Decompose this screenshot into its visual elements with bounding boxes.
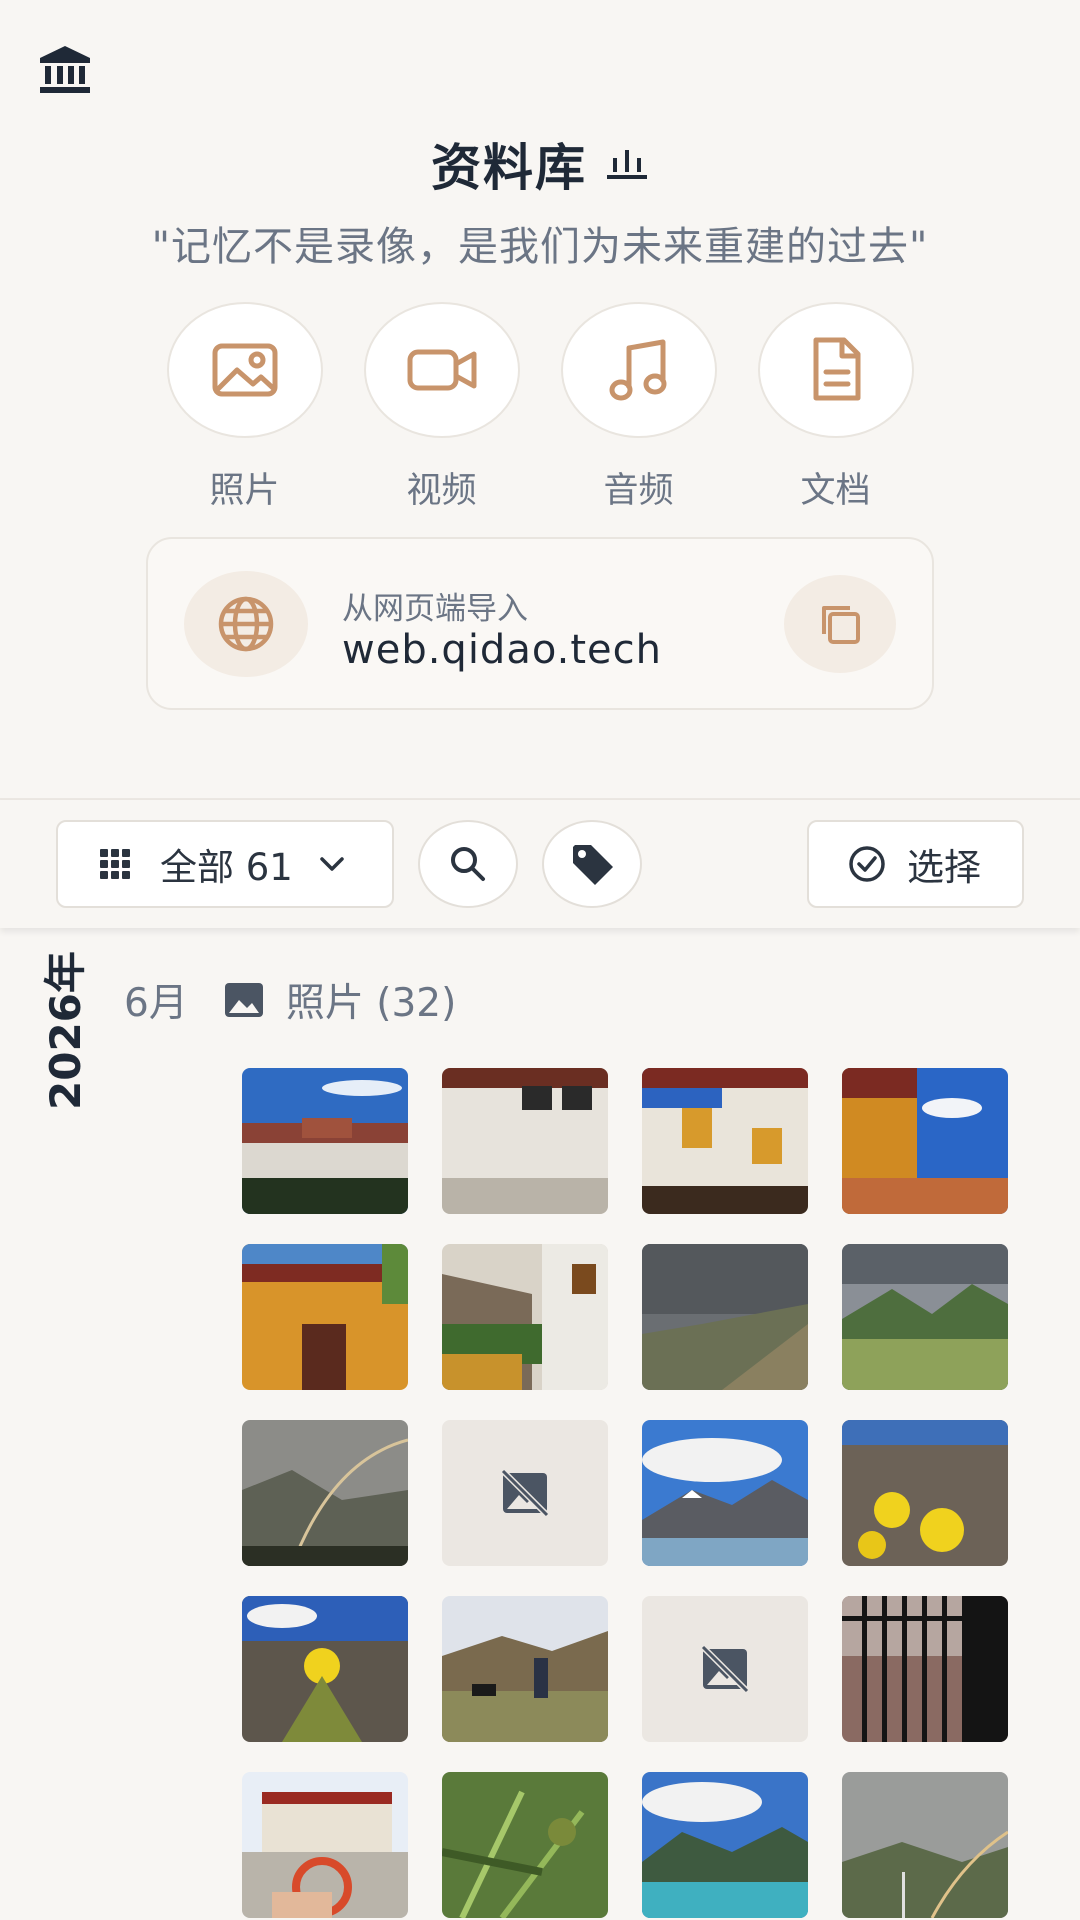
photo-section-label: 照片 (32)	[285, 981, 457, 1026]
web-import-label: 从网页端导入	[342, 591, 528, 627]
search-button[interactable]	[418, 820, 518, 908]
category-photos-label: 照片	[209, 471, 280, 511]
photo-thumbnail[interactable]	[842, 1244, 1008, 1390]
copy-icon	[822, 606, 860, 644]
category-documents[interactable]: 文档	[757, 302, 914, 513]
image-icon	[212, 343, 277, 397]
photo-thumbnail[interactable]	[642, 1244, 808, 1390]
photo-thumbnail[interactable]	[642, 1068, 808, 1214]
photo-thumbnail[interactable]	[842, 1068, 1008, 1214]
photo-thumbnail[interactable]	[842, 1420, 1008, 1566]
grid-icon	[100, 849, 130, 879]
photo-thumbnail[interactable]	[242, 1420, 408, 1566]
photo-cloudy-valley	[642, 1244, 808, 1390]
photo-rainbow-storm	[242, 1420, 408, 1566]
document-icon	[813, 337, 860, 401]
photo-yellow-flowers	[842, 1420, 1008, 1566]
page-title-row: 资料库	[0, 128, 1080, 200]
filter-label: 全部 61	[160, 846, 293, 889]
photo-window-building	[642, 1068, 808, 1214]
image-off-icon	[700, 1644, 750, 1694]
select-button[interactable]: 选择	[807, 820, 1024, 908]
category-audio-circle[interactable]	[560, 302, 717, 438]
tag-button[interactable]	[542, 820, 642, 908]
page-quote: "记忆不是录像，是我们为未来重建的过去"	[151, 224, 929, 270]
bank-icon[interactable]	[38, 44, 92, 94]
globe-badge	[184, 571, 308, 677]
photo-thumbnail-unavailable[interactable]	[642, 1596, 808, 1742]
photo-thumbnail[interactable]	[842, 1772, 1008, 1918]
photo-monastery	[242, 1772, 408, 1918]
photo-thumbnail[interactable]	[242, 1244, 408, 1390]
category-photos-circle[interactable]	[166, 302, 323, 438]
photo-yellow-poppy	[242, 1596, 408, 1742]
photo-turquoise-lake	[642, 1772, 808, 1918]
photo-thumbnail[interactable]	[442, 1596, 608, 1742]
photo-grid	[242, 1068, 1008, 1918]
video-icon	[407, 349, 476, 391]
photo-thumbnail[interactable]	[642, 1772, 808, 1918]
image-off-icon	[500, 1468, 550, 1518]
select-label: 选择	[907, 846, 981, 889]
category-videos-label: 视频	[406, 471, 477, 511]
chevron-down-icon	[320, 857, 344, 871]
globe-icon	[218, 596, 274, 652]
category-videos[interactable]: 视频	[363, 302, 520, 513]
photo-thumbnail[interactable]	[242, 1596, 408, 1742]
filter-toolbar: 全部 61 选择	[0, 800, 1080, 928]
category-audio-label: 音频	[603, 471, 674, 511]
photo-hill-building	[442, 1244, 608, 1390]
photo-thumbnail[interactable]	[242, 1772, 408, 1918]
page-title: 资料库	[431, 139, 587, 197]
photo-thumbnail[interactable]	[442, 1772, 608, 1918]
photo-yellow-wall	[842, 1068, 1008, 1214]
photo-thumbnail[interactable]	[642, 1420, 808, 1566]
year-text: 2026年	[41, 951, 90, 1110]
tag-icon	[573, 845, 613, 885]
category-row: 照片 视频 音频 文档	[0, 302, 1080, 513]
photo-thumbnail[interactable]	[442, 1068, 608, 1214]
month-header: 6月 照片 (32)	[124, 974, 456, 1026]
copy-url-button[interactable]	[784, 575, 896, 673]
photo-rainbow-hills	[842, 1772, 1008, 1918]
web-import-card: 从网页端导入 web.qidao.tech	[146, 537, 934, 710]
year-label: 2026年	[24, 951, 94, 1110]
photo-green-valley	[842, 1244, 1008, 1390]
category-photos[interactable]: 照片	[166, 302, 323, 513]
photo-icon	[224, 983, 263, 1017]
photo-thumbnail[interactable]	[842, 1596, 1008, 1742]
photo-golden-temple	[242, 1244, 408, 1390]
music-icon	[609, 339, 666, 401]
photo-snow-mountain	[642, 1420, 808, 1566]
month-label: 6月	[124, 981, 188, 1026]
category-audio[interactable]: 音频	[560, 302, 717, 513]
photo-white-wall	[442, 1068, 608, 1214]
photo-thumbnail-unavailable[interactable]	[442, 1420, 608, 1566]
search-icon	[451, 847, 485, 881]
web-import-url[interactable]: web.qidao.tech	[342, 627, 662, 673]
category-documents-label: 文档	[800, 471, 871, 511]
photo-gate-dusk	[842, 1596, 1008, 1742]
photo-thumbnail[interactable]	[242, 1068, 408, 1214]
chart-mark-icon	[607, 150, 647, 179]
photo-fern	[442, 1772, 608, 1918]
check-circle-icon	[849, 846, 885, 882]
photo-person-dog	[442, 1596, 608, 1742]
photo-palace	[242, 1068, 408, 1214]
category-videos-circle[interactable]	[363, 302, 520, 438]
photo-thumbnail[interactable]	[442, 1244, 608, 1390]
filter-dropdown[interactable]: 全部 61	[56, 820, 394, 908]
category-documents-circle[interactable]	[757, 302, 914, 438]
